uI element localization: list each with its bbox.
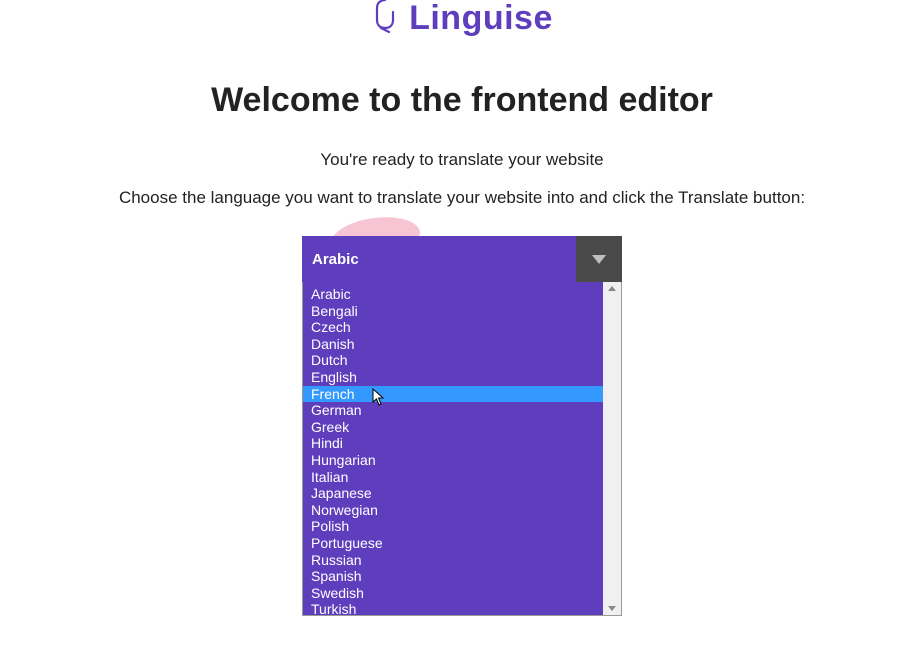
subheading: You're ready to translate your website xyxy=(320,150,603,170)
page-heading: Welcome to the frontend editor xyxy=(211,81,713,120)
language-option[interactable]: Norwegian xyxy=(303,502,603,519)
language-select: Arabic ArabicBengaliCzechDanishDutchEngl… xyxy=(302,236,622,616)
scroll-down-icon xyxy=(608,606,616,611)
language-option[interactable]: Hungarian xyxy=(303,452,603,469)
language-option[interactable]: Greek xyxy=(303,419,603,436)
chevron-down-icon xyxy=(592,255,606,264)
language-option[interactable]: Spanish xyxy=(303,568,603,585)
language-option[interactable]: Danish xyxy=(303,336,603,353)
language-option[interactable]: German xyxy=(303,402,603,419)
language-option[interactable]: Russian xyxy=(303,552,603,569)
language-option[interactable]: French xyxy=(303,386,603,403)
language-option[interactable]: Czech xyxy=(303,319,603,336)
language-option[interactable]: Turkish xyxy=(303,601,603,615)
logo-text: Linguise xyxy=(409,0,553,38)
scroll-up-icon xyxy=(608,286,616,291)
language-select-header[interactable]: Arabic xyxy=(302,236,622,282)
language-dropdown: ArabicBengaliCzechDanishDutchEnglishFren… xyxy=(302,282,622,616)
language-option[interactable]: Dutch xyxy=(303,352,603,369)
language-select-toggle[interactable] xyxy=(576,236,622,282)
language-option[interactable]: Italian xyxy=(303,469,603,486)
language-option[interactable]: Polish xyxy=(303,518,603,535)
scrollbar[interactable] xyxy=(603,282,621,615)
language-option-list: ArabicBengaliCzechDanishDutchEnglishFren… xyxy=(303,282,603,615)
logo-icon xyxy=(371,0,399,39)
language-option[interactable]: Portuguese xyxy=(303,535,603,552)
language-option[interactable]: Japanese xyxy=(303,485,603,502)
language-select-value: Arabic xyxy=(302,236,576,282)
language-option[interactable]: Bengali xyxy=(303,303,603,320)
logo: Linguise xyxy=(371,0,553,39)
instruction-text: Choose the language you want to translat… xyxy=(119,188,805,208)
language-option[interactable]: Swedish xyxy=(303,585,603,602)
language-option[interactable]: Hindi xyxy=(303,435,603,452)
language-option[interactable]: English xyxy=(303,369,603,386)
language-option[interactable]: Arabic xyxy=(303,282,603,303)
